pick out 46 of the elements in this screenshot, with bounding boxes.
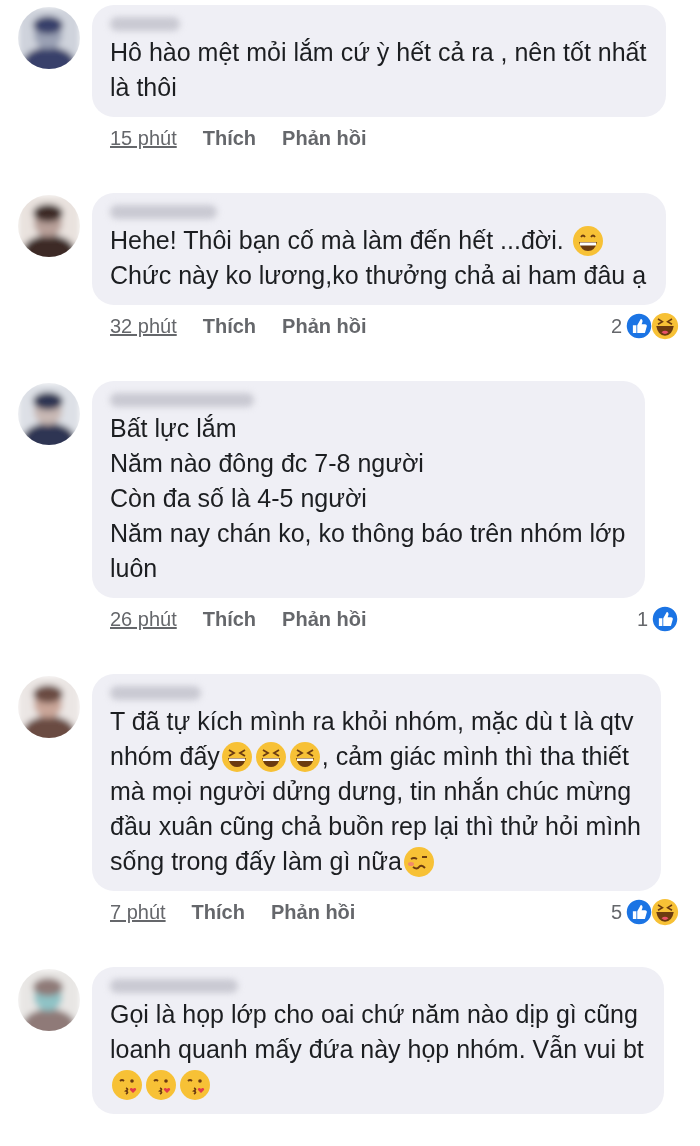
reaction-count: 1 (636, 607, 648, 631)
reply-link[interactable]: Phản hồi (282, 126, 367, 150)
laughing-face-icon (651, 898, 679, 926)
timestamp-link[interactable]: 7 phút (110, 900, 166, 924)
thumbs-up-icon (651, 605, 679, 633)
laughing-face-icon (254, 740, 287, 773)
comment-text: Chức này ko lương,ko thưởng chả ai ham đâu ạ (110, 260, 647, 291)
comment-text: T đã tự kích mình ra khỏi nhóm, mặc dù t là qtv (110, 706, 634, 737)
like-link[interactable]: Thích (191, 900, 245, 924)
reply-link[interactable]: Phản hồi (282, 314, 367, 338)
comment-text: mà mọi người dửng dưng, tin nhắn chúc mừng (110, 776, 632, 807)
blurred-name (110, 17, 180, 31)
comment-text: đầu xuân cũng chả buồn rep lại thì thử hỏi mình (110, 811, 641, 842)
comment-text: Bất lực lắm (110, 413, 237, 444)
laughing-face-icon (288, 740, 321, 773)
reply-link[interactable]: Phản hồi (282, 607, 367, 631)
like-link[interactable]: Thích (202, 314, 257, 338)
comment-text: luôn (110, 553, 158, 584)
laughing-face-icon (220, 740, 253, 773)
kissing-face-icon (111, 1068, 143, 1101)
comment-text: là thôi (110, 72, 177, 103)
comment-text: sống trong đấy làm gì nữa (110, 846, 402, 877)
kissing-face-icon (179, 1068, 211, 1101)
comment-text: Gọi là họp lớp cho oai chứ năm nào dịp gì cũng (110, 999, 638, 1030)
thumbs-up-icon (625, 312, 653, 340)
comment-text: Năm nào đông đc 7-8 người (110, 448, 424, 479)
timestamp-link[interactable]: 15 phút (110, 126, 177, 150)
kissing-face-icon (145, 1068, 177, 1101)
comment-text: nhóm đấy (110, 741, 220, 772)
like-link[interactable]: Thích (202, 607, 257, 631)
comment-text: Hehe! Thôi bạn cố mà làm đến hết ...đời. (110, 225, 565, 256)
woozy-face-icon (402, 845, 435, 878)
timestamp-link[interactable]: 26 phút (110, 607, 177, 631)
thumbs-up-icon (625, 898, 653, 926)
like-link[interactable]: Thích (202, 126, 257, 150)
comment-text: Năm nay chán ko, ko thông báo trên nhóm lớp (110, 518, 626, 549)
comment-text: loanh quanh mấy đứa này họp nhóm. Vẫn vui bt (110, 1034, 644, 1065)
reaction-count: 5 (610, 900, 622, 924)
reaction-count: 2 (610, 314, 622, 338)
reply-link[interactable]: Phản hồi (270, 900, 356, 924)
comment-text: , cảm giác mình thì tha thiết (321, 741, 629, 772)
grinning-face-icon (571, 224, 604, 257)
comment-text: Hô hào mệt mỏi lắm cứ ỳ hết cả ra , nên tốt nhất (110, 37, 647, 68)
laughing-face-icon (651, 312, 679, 340)
comment-text: Còn đa số là 4-5 người (110, 483, 367, 514)
timestamp-link[interactable]: 32 phút (110, 314, 177, 338)
